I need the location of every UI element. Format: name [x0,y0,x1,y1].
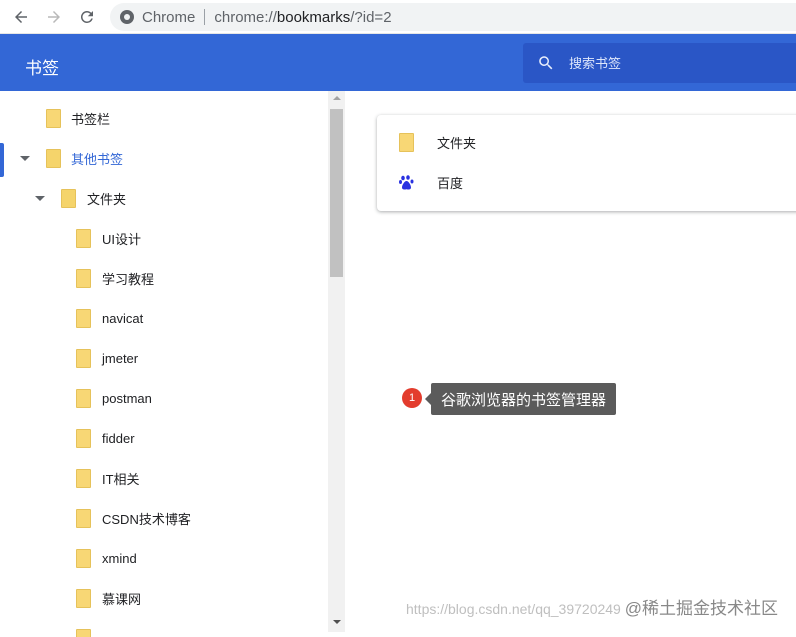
sidebar-scrollbar[interactable] [328,91,345,632]
tree-item-label: fidder [102,430,135,446]
list-item-folder[interactable]: 文件夹 [377,122,796,162]
folder-open-icon [46,149,61,168]
tree-item-csdn[interactable]: CSDN技术博客 [0,498,328,538]
forward-button[interactable] [42,5,66,29]
tree-item-other-bookmarks[interactable]: 其他书签 [0,138,328,178]
bookmark-list-card: 文件夹 百度 [377,115,796,211]
tree-item-label: 书签栏 [71,111,111,127]
back-button[interactable] [9,5,33,29]
tree-item-bookmarks-bar[interactable]: 书签栏 [0,98,328,138]
folder-icon [76,229,91,248]
folder-icon [76,429,91,448]
tree-item-label: postman [102,390,152,406]
tree-item-label: 文件夹 [87,191,127,207]
url-host: bookmarks [276,8,351,26]
folder-icon [76,309,91,328]
watermark: https://blog.csdn.net/qq_39720249 @稀土掘金技… [406,594,778,619]
tree-item-jmeter[interactable]: jmeter [0,338,328,378]
annotation-badge: 1 [402,388,422,408]
folder-icon [76,589,91,608]
search-input[interactable] [569,55,769,71]
tree-item-folder[interactable]: 文件夹 [0,178,328,218]
watermark-url: https://blog.csdn.net/qq_39720249 [406,601,621,617]
tree-item-label: 慕课网 [102,591,142,607]
folder-open-icon [61,189,76,208]
scrollbar-thumb[interactable] [330,109,343,277]
search-box[interactable] [523,43,796,83]
tree-item-imooc[interactable]: 慕课网 [0,578,328,618]
list-item-baidu[interactable]: 百度 [377,162,796,202]
folder-icon [76,509,91,528]
tree-item-label: xmind [102,550,137,566]
url-path: /?id=2 [350,8,392,26]
folder-icon [76,549,91,568]
folder-icon [76,389,91,408]
scroll-up-arrow-icon[interactable] [332,94,341,103]
reload-icon [80,10,93,23]
scroll-down-arrow-icon[interactable] [332,618,341,627]
tree-item-navicat[interactable]: navicat [0,298,328,338]
omnibox-separator [204,9,206,25]
tree-item-fidder[interactable]: fidder [0,418,328,458]
back-arrow-icon [15,11,27,23]
expand-arrow-icon[interactable] [34,192,46,204]
list-item-label: 百度 [437,175,464,191]
watermark-brand: @稀土掘金技术社区 [624,599,778,618]
address-bar[interactable]: Chrome chrome://bookmarks/?id=2 [110,3,796,31]
expand-arrow-icon[interactable] [19,152,31,164]
folder-icon [399,133,414,152]
annotation-tooltip: 谷歌浏览器的书签管理器 [424,383,617,415]
baidu-paw-icon [399,175,414,190]
tree-item-label: 其他书签 [71,151,124,167]
folder-tree: 书签栏 其他书签 文件夹 UI设计 学习教程 navicat jmeter po… [0,91,328,637]
tree-item-tutorials[interactable]: 学习教程 [0,258,328,298]
forward-arrow-icon [48,11,60,23]
tree-item-it[interactable]: IT相关 [0,458,328,498]
tree-item-xmind[interactable]: xmind [0,538,328,578]
url-scheme: chrome:// [214,8,277,26]
tree-item-partial[interactable] [0,618,328,637]
site-info-icon[interactable] [120,10,134,24]
tree-item-label: navicat [102,310,144,326]
list-item-label: 文件夹 [437,135,477,151]
tree-item-label: 学习教程 [102,271,155,287]
folder-icon [76,629,91,637]
page-title: 书签 [25,59,59,78]
tree-item-ui-design[interactable]: UI设计 [0,218,328,258]
url-text: chrome://bookmarks/?id=2 [214,9,391,26]
tree-item-postman[interactable]: postman [0,378,328,418]
folder-icon [76,469,91,488]
tree-item-label: CSDN技术博客 [102,511,191,527]
search-icon [539,56,553,70]
omnibox-chip: Chrome [142,8,196,26]
tree-item-label: IT相关 [102,471,140,487]
selection-indicator [0,143,4,177]
reload-button[interactable] [75,5,99,29]
tree-item-label: UI设计 [102,231,142,247]
folder-icon [76,349,91,368]
folder-icon [76,269,91,288]
folder-icon [46,109,61,128]
browser-toolbar: Chrome chrome://bookmarks/?id=2 [0,0,796,34]
tree-item-label: jmeter [102,350,139,366]
